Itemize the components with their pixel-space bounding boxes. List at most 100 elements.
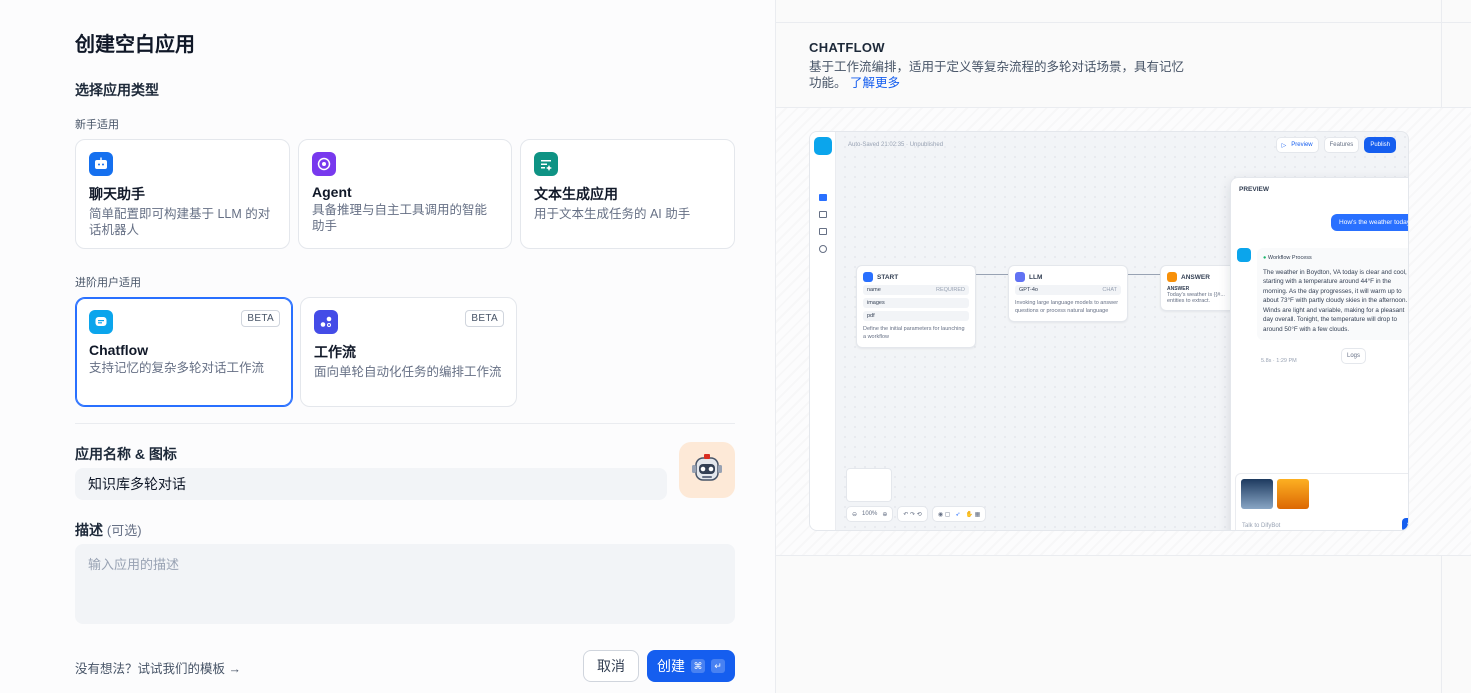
card-title: 文本生成应用 xyxy=(534,186,618,202)
user-message: How's the weather today xyxy=(1331,214,1408,231)
app-name-input[interactable]: 知识库多轮对话 xyxy=(75,468,667,500)
divider xyxy=(75,423,735,424)
mock-nav-icon xyxy=(819,194,827,201)
mock-publish-label: Publish xyxy=(1370,142,1390,148)
template-link-text: 没有想法？试试我们的模板 xyxy=(75,662,226,676)
mock-sidebar xyxy=(810,132,836,530)
card-text-generator[interactable]: 文本生成应用 用于文本生成任务的 AI 助手 xyxy=(520,139,735,249)
arrow-right-icon: → xyxy=(228,662,242,676)
card-workflow[interactable]: BETA 工作流 面向单轮自动化任务的编排工作流 xyxy=(300,297,517,407)
var-name: name xyxy=(867,287,881,293)
card-title: 聊天助手 xyxy=(89,186,145,202)
llm-note: Invoking large language models to answer… xyxy=(1015,300,1119,314)
process-label: Workflow Process xyxy=(1267,255,1312,261)
answer-node-icon xyxy=(1167,272,1177,282)
card-desc: 简单配置即可构建基于 LLM 的对话机器人 xyxy=(89,207,271,237)
beta-badge: BETA xyxy=(241,310,280,327)
card-desc: 面向单轮自动化任务的编排工作流 xyxy=(314,365,502,379)
page-title: 创建空白应用 xyxy=(75,34,195,56)
optional-text: (可选) xyxy=(106,523,142,538)
var-name: images xyxy=(867,300,885,306)
mock-nav-icon xyxy=(819,228,827,235)
agent-icon xyxy=(312,152,336,176)
mock-zoom: ⊖ 100% ⊕ xyxy=(846,506,894,522)
mock-answer-node: ANSWER ANSWER Today's weather is {{#... … xyxy=(1160,265,1240,311)
workflow-mock-screenshot: Auto-Saved 21:02:35 · Unpublished ▷ Prev… xyxy=(809,131,1409,531)
zoom-label: 100% xyxy=(862,511,878,517)
start-note: Define the initial parameters for launch… xyxy=(863,326,965,340)
preview-illustration-area: Auto-Saved 21:02:35 · Unpublished ▷ Prev… xyxy=(776,107,1471,556)
create-label: 创建 xyxy=(657,658,685,674)
chatflow-icon xyxy=(89,310,113,334)
text-gen-icon xyxy=(534,152,558,176)
mock-publish-btn: Publish xyxy=(1364,137,1396,153)
card-agent[interactable]: Agent 具备推理与自主工具调用的智能助手 xyxy=(298,139,512,249)
cmd-key-icon: ⌘ xyxy=(691,659,705,673)
mock-logs-btn: Logs xyxy=(1341,348,1367,364)
create-button[interactable]: 创建 ⌘ ↵ xyxy=(647,650,735,682)
attached-image xyxy=(1241,479,1273,509)
mock-bottom-toolbar: ⊖ 100% ⊕ ↶ ↷ ⟲ ◉ ▢ ➶ ✋ ▦ xyxy=(846,506,987,522)
workflow-icon xyxy=(314,310,338,334)
beta-badge: BETA xyxy=(465,310,504,327)
mock-model: GPT-4o CHAT xyxy=(1015,285,1121,295)
card-title: 工作流 xyxy=(314,344,356,360)
name-label: 应用名称 & 图标 xyxy=(75,446,177,462)
enter-key-icon: ↵ xyxy=(711,659,725,673)
preview-desc: 基于工作流编排，适用于定义等复杂流程的多轮对话场景，具有记忆功能。 了解更多 xyxy=(809,59,1189,91)
mock-start-node: START name REQUIRED images pdf Define the… xyxy=(856,265,976,348)
var-name: pdf xyxy=(867,313,875,319)
app-type-preview-panel: CHATFLOW 基于工作流编排，适用于定义等复杂流程的多轮对话场景，具有记忆功… xyxy=(775,0,1471,693)
bot-message-text: The weather in Boydton, VA today is clea… xyxy=(1263,268,1408,333)
mock-var: images xyxy=(863,298,969,308)
chat-title: PREVIEW xyxy=(1239,186,1269,193)
mock-chat-preview: PREVIEW × How's the weather today ● Work… xyxy=(1230,177,1408,530)
mock-topbar: Auto-Saved 21:02:35 · Unpublished ▷ Prev… xyxy=(836,132,1408,158)
mock-preview-btn: ▷ Preview xyxy=(1275,137,1319,153)
bot-message: ● Workflow Process The weather in Boydto… xyxy=(1257,248,1408,340)
bot-avatar xyxy=(1237,248,1251,262)
app-icon-picker[interactable] xyxy=(679,442,735,498)
message-meta: 5.8s · 1:29 PM xyxy=(1261,358,1297,364)
card-desc: 用于文本生成任务的 AI 助手 xyxy=(534,207,691,221)
mock-nav-icon xyxy=(819,245,827,253)
cancel-button[interactable]: 取消 xyxy=(583,650,639,682)
mock-autosave: Auto-Saved 21:02:35 · Unpublished xyxy=(848,142,944,148)
mock-minimap xyxy=(846,468,892,502)
mock-tools: ◉ ▢ ➶ ✋ ▦ xyxy=(931,506,987,522)
app-name-value: 知识库多轮对话 xyxy=(88,476,186,492)
template-link[interactable]: 没有想法？试试我们的模板 → xyxy=(75,658,241,677)
logs-label: Logs xyxy=(1347,353,1361,359)
desc-placeholder: 输入应用的描述 xyxy=(88,557,180,572)
learn-more-link[interactable]: 了解更多 xyxy=(850,76,900,90)
mock-nav-icon xyxy=(819,211,827,218)
model-mode: CHAT xyxy=(1102,287,1117,293)
start-node-icon xyxy=(863,272,873,282)
card-chat-assistant[interactable]: 聊天助手 简单配置即可构建基于 LLM 的对话机器人 xyxy=(75,139,290,249)
mock-app-icon xyxy=(814,137,832,155)
mock-chat-input: Talk to DifyBot ➤ xyxy=(1235,473,1408,530)
answer-text2: entities to extract. xyxy=(1167,298,1211,304)
mock-edge xyxy=(976,274,1008,275)
card-desc: 具备推理与自主工具调用的智能助手 xyxy=(312,203,488,233)
create-app-form: 创建空白应用 选择应用类型 新手适用 聊天助手 简单配置即可构建基于 LLM 的… xyxy=(0,0,775,693)
answer-title: ANSWER xyxy=(1181,273,1210,281)
description-textarea[interactable]: 输入应用的描述 xyxy=(75,544,735,624)
start-title: START xyxy=(877,273,899,281)
var-required: REQUIRED xyxy=(935,287,965,293)
preview-title: CHATFLOW xyxy=(809,40,885,55)
robot-emoji-icon xyxy=(692,454,722,481)
card-chatflow[interactable]: BETA Chatflow 支持记忆的复杂多轮对话工作流 xyxy=(75,297,293,407)
desc-label: 描述 (可选) xyxy=(75,520,142,540)
llm-node-icon xyxy=(1015,272,1025,282)
chat-input-placeholder: Talk to DifyBot xyxy=(1242,523,1281,529)
attached-image xyxy=(1277,479,1309,509)
send-icon: ➤ xyxy=(1402,518,1408,530)
mock-preview-label: Preview xyxy=(1291,142,1313,148)
mock-features-btn: Features xyxy=(1323,137,1360,153)
mock-var: pdf xyxy=(863,311,969,321)
mock-undo-redo: ↶ ↷ ⟲ xyxy=(897,506,928,522)
mock-features-label: Features xyxy=(1329,142,1354,148)
app-type-heading: 选择应用类型 xyxy=(75,82,159,98)
llm-title: LLM xyxy=(1029,273,1043,281)
